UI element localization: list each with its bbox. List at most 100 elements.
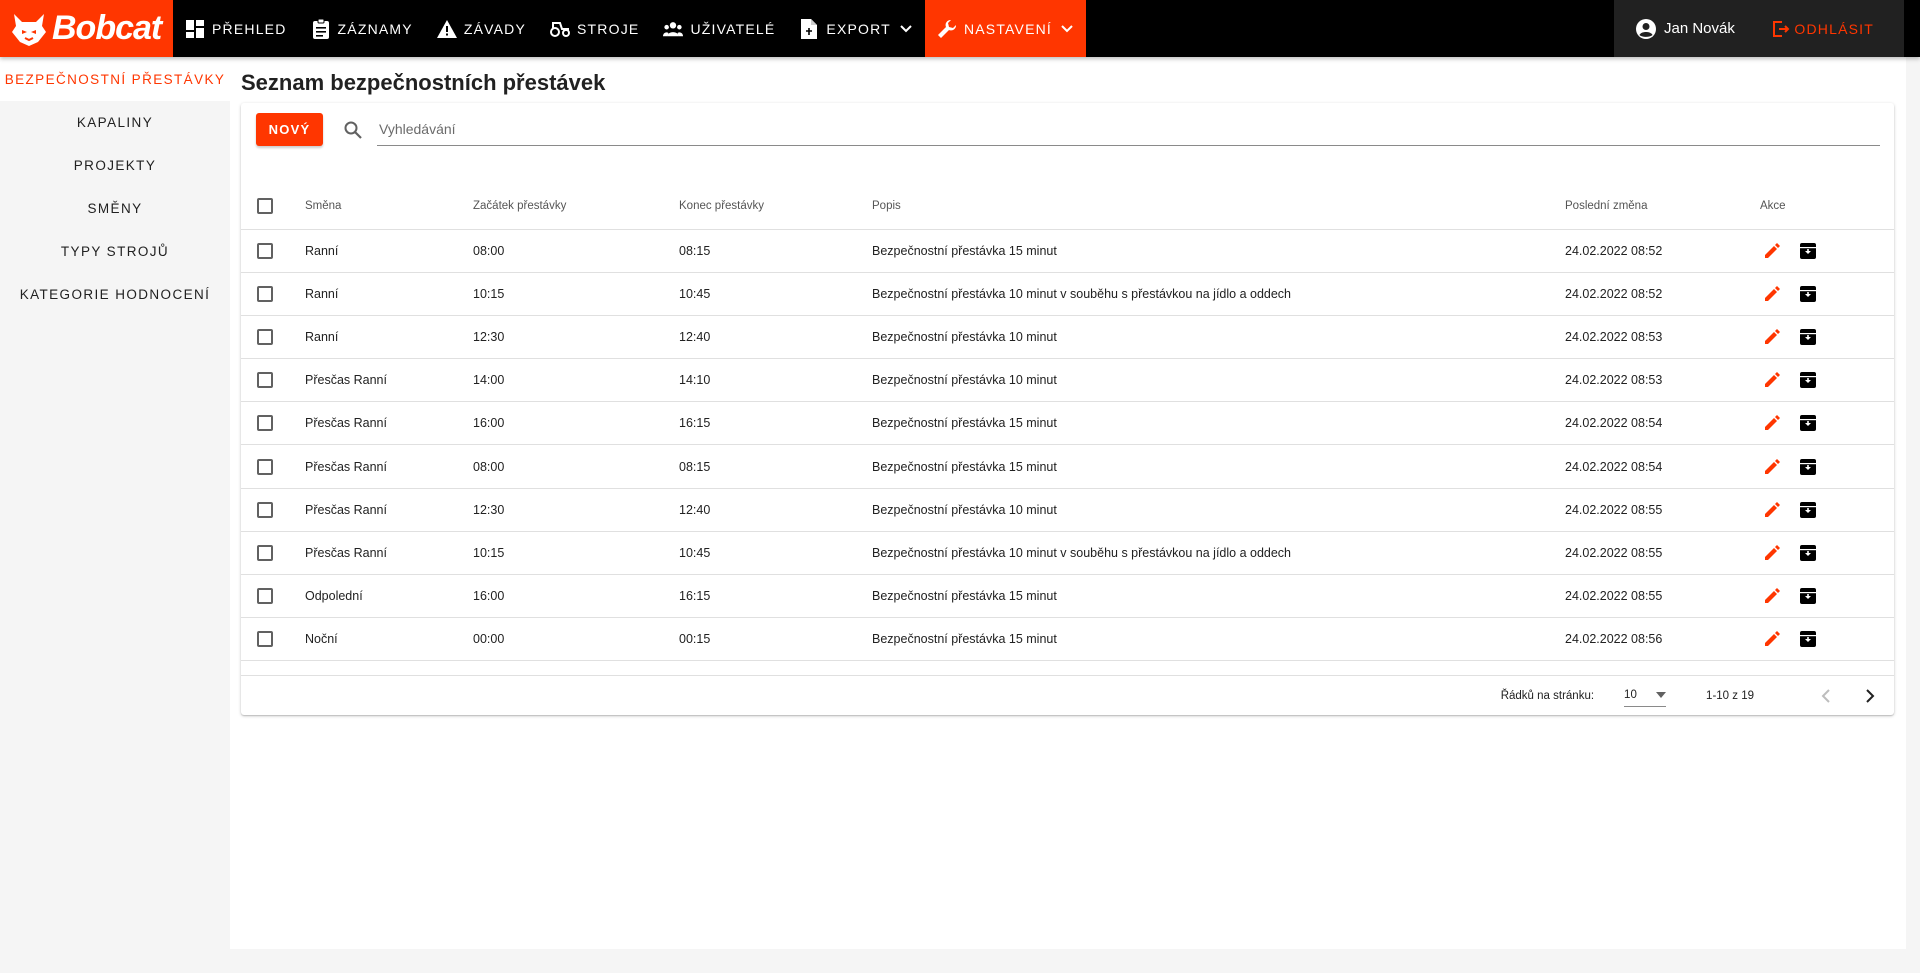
row-checkbox[interactable] <box>257 544 273 561</box>
cell-start: 10:15 <box>473 272 679 316</box>
edit-button[interactable] <box>1760 498 1784 522</box>
cell-start: 12:30 <box>473 315 679 360</box>
sidebar-item-label: PROJEKTY <box>73 158 157 173</box>
archive-button[interactable] <box>1796 455 1820 479</box>
table-row: Přesčas Ranní 10:15 10:45 Bezpečnostní přes… <box>241 531 1894 576</box>
cell-shift: Přesčas Ranní <box>305 358 473 403</box>
row-checkbox[interactable] <box>257 415 273 432</box>
nav-item-prehled[interactable]: PŘEHLED <box>173 0 299 57</box>
nav-label: NASTAVENÍ <box>963 20 1053 37</box>
archive-button[interactable] <box>1796 541 1820 565</box>
next-page-button[interactable] <box>1858 684 1882 708</box>
logout-button[interactable]: ODHLÁSIT <box>1772 20 1874 38</box>
column-header-shift[interactable]: Směna <box>305 183 473 230</box>
cell-end: 10:45 <box>679 531 872 576</box>
table-row: Přesčas Ranní 16:00 16:15 Bezpečnostní přes… <box>241 401 1894 446</box>
cell-last-change: 24.02.2022 08:54 <box>1565 444 1760 489</box>
nav-item-stroje[interactable]: STROJE <box>538 0 651 57</box>
cell-shift: Noční <box>305 617 473 662</box>
archive-button[interactable] <box>1796 584 1820 608</box>
sidebar-item-smeny[interactable]: SMĚNY <box>0 187 230 230</box>
sidebar-item-projekty[interactable]: PROJEKTY <box>0 144 230 187</box>
edit-button[interactable] <box>1760 584 1784 608</box>
row-select-cell <box>241 531 305 576</box>
nav-item-nastaveni[interactable]: NASTAVENÍ <box>924 0 1087 57</box>
search-input[interactable] <box>377 113 1880 146</box>
pencil-icon <box>1765 458 1780 474</box>
page-title: Seznam bezpečnostních přestávek <box>241 70 606 95</box>
cell-shift: Přesčas Ranní <box>305 488 473 532</box>
user-name[interactable]: Jan Novák <box>1664 20 1735 37</box>
archive-icon <box>1800 588 1816 605</box>
archive-button[interactable] <box>1796 411 1820 435</box>
sidebar-item-typy-stroju[interactable]: TYPY STROJŮ <box>0 230 230 273</box>
account-circle-icon <box>1636 18 1656 39</box>
cell-last-change: 24.02.2022 08:52 <box>1565 272 1760 316</box>
row-checkbox[interactable] <box>257 588 273 605</box>
column-header-end[interactable]: Konec přestávky <box>679 183 872 230</box>
nav-item-zavady[interactable]: ZÁVADY <box>425 0 538 57</box>
cell-actions <box>1760 315 1894 360</box>
select-all-checkbox[interactable] <box>257 197 273 214</box>
sidebar-item-bezpecnostni-prestavky[interactable]: BEZPEČNOSTNÍ PŘESTÁVKY <box>0 57 230 101</box>
row-checkbox[interactable] <box>257 285 273 302</box>
sidebar-item-label: TYPY STROJŮ <box>60 244 170 259</box>
nav-item-zaznamy[interactable]: ZÁZNAMY <box>299 0 425 57</box>
row-checkbox[interactable] <box>257 372 273 389</box>
column-header-start[interactable]: Začátek přestávky <box>473 183 679 230</box>
new-button[interactable]: NOVÝ <box>256 113 323 146</box>
archive-button[interactable] <box>1796 239 1820 263</box>
column-header-last-change[interactable]: Poslední změna <box>1565 183 1760 230</box>
row-select-cell <box>241 444 305 489</box>
archive-button[interactable] <box>1796 325 1820 349</box>
nav-item-uzivatele[interactable]: UŽIVATELÉ <box>651 0 787 57</box>
row-checkbox[interactable] <box>257 328 273 345</box>
bobcat-logo[interactable]: Bobcat <box>0 0 173 57</box>
row-select-cell <box>241 272 305 316</box>
archive-button[interactable] <box>1796 627 1820 651</box>
cell-last-change: 24.02.2022 08:54 <box>1565 401 1760 446</box>
edit-button[interactable] <box>1760 541 1784 565</box>
cell-description: Bezpečnostní přestávka 15 minut <box>872 617 1565 662</box>
archive-button[interactable] <box>1796 498 1820 522</box>
row-checkbox[interactable] <box>257 242 273 259</box>
archive-icon <box>1800 501 1816 518</box>
wrench-icon <box>937 19 957 39</box>
edit-button[interactable] <box>1760 282 1784 306</box>
nav-label: UŽIVATELÉ <box>690 20 776 37</box>
clipboard-icon <box>311 18 331 39</box>
logo-text: Bobcat <box>52 9 162 47</box>
edit-button[interactable] <box>1760 325 1784 349</box>
table-row: Přesčas Ranní 14:00 14:10 Bezpečnostní přes… <box>241 358 1894 403</box>
edit-button[interactable] <box>1760 455 1784 479</box>
cell-actions <box>1760 401 1894 446</box>
cell-end: 08:15 <box>679 229 872 273</box>
archive-button[interactable] <box>1796 368 1820 392</box>
column-header-description[interactable]: Popis <box>872 183 1565 230</box>
edit-button[interactable] <box>1760 239 1784 263</box>
row-checkbox[interactable] <box>257 458 273 475</box>
previous-page-button[interactable] <box>1814 684 1838 708</box>
cell-shift: Ranní <box>305 229 473 273</box>
cell-last-change: 24.02.2022 08:56 <box>1565 617 1760 662</box>
nav-label: ZÁZNAMY <box>337 20 413 37</box>
edit-button[interactable] <box>1760 411 1784 435</box>
row-checkbox[interactable] <box>257 501 273 518</box>
search-icon <box>341 118 365 142</box>
edit-button[interactable] <box>1760 368 1784 392</box>
archive-button[interactable] <box>1796 282 1820 306</box>
sidebar-item-kapaliny[interactable]: KAPALINY <box>0 101 230 144</box>
rows-per-page-value: 10 <box>1624 689 1637 701</box>
rows-per-page-select[interactable]: 10 <box>1624 685 1667 707</box>
edit-button[interactable] <box>1760 627 1784 651</box>
page-footer-strip <box>0 949 1920 973</box>
sidebar-item-label: KAPALINY <box>76 115 154 130</box>
warning-icon <box>436 19 457 39</box>
nav-item-export[interactable]: EXPORT <box>787 0 925 57</box>
table-row: Ranní 10:15 10:45 Bezpečnostní přestávka 10… <box>241 272 1894 316</box>
sidebar-item-kategorie-hodnoceni[interactable]: KATEGORIE HODNOCENÍ <box>0 273 230 316</box>
cell-shift: Ranní <box>305 315 473 360</box>
cell-end: 16:15 <box>679 574 872 619</box>
row-checkbox[interactable] <box>257 631 273 648</box>
